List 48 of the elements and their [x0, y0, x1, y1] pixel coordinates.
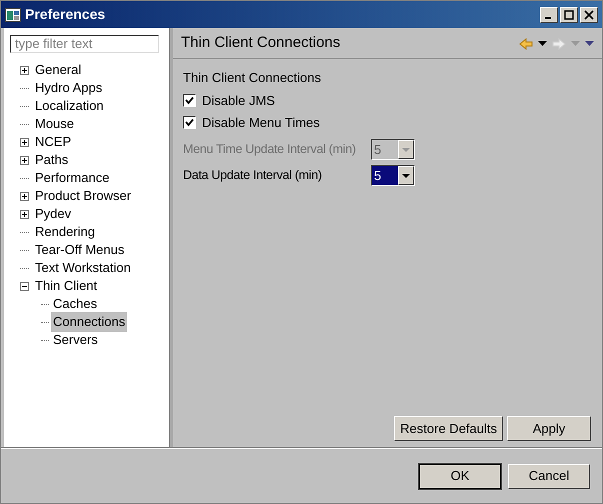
page-title: Thin Client Connections	[181, 33, 340, 54]
tree-item[interactable]: Hydro Apps	[33, 78, 104, 98]
maximize-button[interactable]	[560, 6, 578, 22]
checkbox[interactable]	[183, 94, 196, 107]
tree-item[interactable]: General	[33, 60, 84, 80]
minimize-icon	[545, 16, 551, 18]
checkbox-label: Disable JMS	[202, 92, 275, 110]
default-button[interactable]: OK	[419, 464, 501, 488]
dropdown-arrow-icon	[402, 148, 410, 152]
maximize-icon	[564, 10, 574, 20]
expand-icon[interactable]	[20, 156, 29, 164]
dropdown-icon[interactable]	[538, 41, 547, 46]
expand-icon[interactable]	[20, 210, 29, 218]
minimize-button[interactable]	[540, 6, 558, 22]
expand-icon[interactable]	[20, 192, 29, 200]
close-icon	[584, 10, 594, 20]
tree-item[interactable]: Pydev	[33, 204, 74, 224]
tree-item[interactable]: Product Browser	[33, 186, 134, 206]
dropdown-arrow-icon	[402, 174, 410, 178]
tree-item[interactable]: Paths	[33, 150, 70, 170]
window-icon	[5, 8, 21, 22]
filter-field[interactable]: type filter text	[10, 34, 159, 53]
dialog-button[interactable]: Cancel	[508, 464, 590, 488]
tree-item[interactable]: Text Workstation	[33, 258, 133, 278]
dropdown-label: Menu Time Update Interval (min)	[183, 141, 357, 158]
window-title: Preferences	[25, 5, 106, 24]
dropdown-label: Data Update Interval (min)	[183, 167, 323, 184]
close-button[interactable]	[580, 6, 598, 22]
tree-item[interactable]: Rendering	[33, 222, 97, 242]
interval-dropdown[interactable]: 5	[371, 165, 415, 186]
expand-icon[interactable]	[20, 138, 29, 146]
dialog-button[interactable]: Apply	[507, 416, 591, 441]
checkbox-label: Disable Menu Times	[202, 114, 320, 132]
tree-item[interactable]: Mouse	[33, 114, 76, 134]
tree-item[interactable]: Servers	[51, 330, 100, 350]
tree-item[interactable]: NCEP	[33, 132, 74, 152]
dialog-button[interactable]: Restore Defaults	[394, 416, 503, 441]
expand-icon[interactable]	[20, 66, 29, 74]
tree-item[interactable]: Connections	[51, 312, 128, 332]
tree-item[interactable]: Performance	[33, 168, 112, 188]
menu-icon[interactable]	[585, 41, 594, 46]
tree-item[interactable]: Localization	[33, 96, 106, 116]
tree-item[interactable]: Caches	[51, 294, 100, 314]
collapse-icon[interactable]	[20, 282, 29, 290]
section-label: Thin Client Connections	[183, 69, 322, 87]
tree-item[interactable]: Tear-Off Menus	[33, 240, 126, 260]
checkbox[interactable]	[183, 116, 196, 129]
tree-item[interactable]: Thin Client	[33, 276, 100, 296]
